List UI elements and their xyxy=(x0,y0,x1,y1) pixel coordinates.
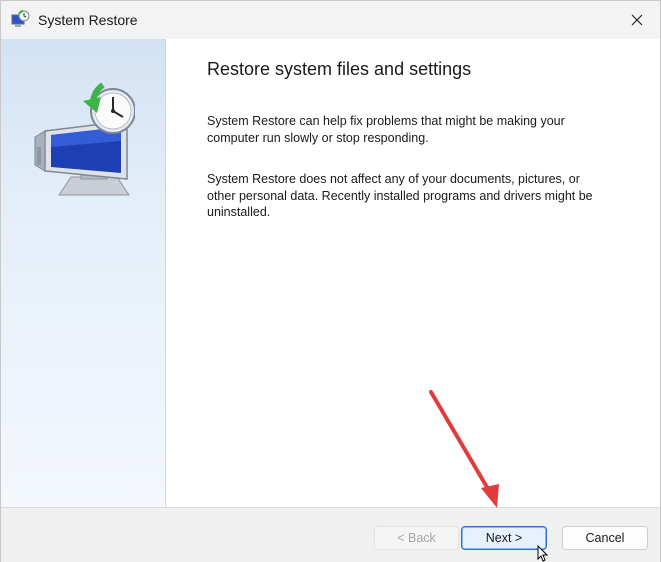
mouse-pointer-icon xyxy=(537,545,549,562)
paragraph-line: System Restore does not affect any of yo… xyxy=(207,172,580,186)
description-paragraph-2: System Restore does not affect any of yo… xyxy=(207,171,627,221)
title-bar[interactable]: System Restore xyxy=(1,1,660,39)
window-title: System Restore xyxy=(38,12,138,28)
wizard-sidebar xyxy=(1,39,166,507)
close-icon xyxy=(631,14,643,26)
paragraph-line: other personal data. Recently installed … xyxy=(207,188,593,203)
monitor-clock-restore-icon xyxy=(34,82,135,196)
system-restore-window: System Restore Restore system files and … xyxy=(0,0,661,562)
close-button[interactable] xyxy=(614,1,660,39)
next-button[interactable]: Next > xyxy=(461,526,547,550)
back-button[interactable]: < Back xyxy=(374,526,459,550)
cancel-button[interactable]: Cancel xyxy=(562,526,648,550)
description-paragraph-1: System Restore can help fix problems tha… xyxy=(207,113,627,146)
page-heading: Restore system files and settings xyxy=(207,59,472,79)
wizard-content: Restore system files and settings System… xyxy=(166,39,660,507)
paragraph-line: computer run slowly or stop responding. xyxy=(207,130,429,145)
system-restore-icon xyxy=(11,10,30,27)
paragraph-line: uninstalled. xyxy=(207,205,271,219)
wizard-footer: < Back Next > Cancel xyxy=(1,507,660,562)
paragraph-line: System Restore can help fix problems tha… xyxy=(207,114,565,128)
